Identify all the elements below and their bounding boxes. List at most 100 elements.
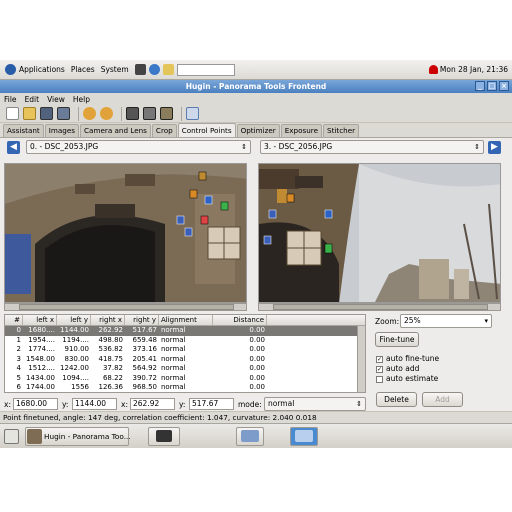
table-cell: 390.72 xyxy=(132,373,158,382)
tab-images[interactable]: Images xyxy=(44,124,80,137)
left-x-field[interactable]: 1680.00 xyxy=(13,398,58,410)
table-cell: 536.82 xyxy=(98,345,124,353)
table-scrollbar[interactable] xyxy=(357,326,365,392)
tab-stitcher[interactable]: Stitcher xyxy=(323,124,360,137)
table-cell: 373.16 xyxy=(132,345,158,353)
table-row[interactable]: 2 1774.... 910.00 536.82 373.16 normal 0.00 xyxy=(5,345,365,355)
help-icon[interactable] xyxy=(186,107,199,120)
undo-icon[interactable] xyxy=(83,107,96,120)
menu-edit[interactable]: Edit xyxy=(25,95,40,104)
table-row[interactable]: 3 1548.00 830.00 418.75 205.41 normal 0.00 xyxy=(5,355,365,365)
table-row[interactable]: 6 1744.00 1556 126.36 968.50 normal 0.00 xyxy=(5,383,365,392)
right-photo[interactable] xyxy=(259,164,501,303)
tab-assistant[interactable]: Assistant xyxy=(3,124,44,137)
left-photo[interactable] xyxy=(5,164,247,303)
optimize-icon[interactable] xyxy=(126,107,139,120)
redo-icon[interactable] xyxy=(100,107,113,120)
tab-exposure[interactable]: Exposure xyxy=(280,124,323,137)
column-header[interactable]: left x xyxy=(23,315,57,325)
auto-add-label: auto add xyxy=(386,364,420,373)
auto-add-checkbox[interactable]: ✓ xyxy=(376,366,383,373)
left-image-view[interactable] xyxy=(4,163,247,303)
preview-icon[interactable] xyxy=(143,107,156,120)
scrollbar-thumb[interactable] xyxy=(19,304,234,310)
column-header[interactable]: # xyxy=(5,315,23,325)
open-icon[interactable] xyxy=(23,107,36,120)
add-button[interactable]: Add xyxy=(422,392,463,407)
table-header: # left x left y right x right y Alignmen… xyxy=(5,315,365,326)
tab-optimizer[interactable]: Optimizer xyxy=(236,124,280,137)
fine-tune-button[interactable]: Fine-tune xyxy=(375,332,419,347)
auto-fine-tune-checkbox[interactable]: ✓ xyxy=(376,356,383,363)
control-points-table[interactable]: # left x left y right x right y Alignmen… xyxy=(4,314,366,393)
left-y-field[interactable]: 1144.00 xyxy=(72,398,117,410)
applications-menu[interactable]: Applications xyxy=(19,65,65,74)
mode-select[interactable]: normal ⇕ xyxy=(264,397,366,411)
table-cell: 1774.... xyxy=(28,345,55,353)
close-icon[interactable]: × xyxy=(499,81,509,91)
menu-view[interactable]: View xyxy=(47,95,65,104)
zoom-select[interactable]: 25% ▾ xyxy=(400,314,492,328)
foot-icon[interactable] xyxy=(5,64,16,75)
table-cell: 0.00 xyxy=(249,364,265,372)
previous-image-arrow-icon[interactable]: ◀ xyxy=(7,141,20,154)
tab-camera-and-lens[interactable]: Camera and Lens xyxy=(80,124,151,137)
right-image-view[interactable] xyxy=(258,163,501,303)
table-cell: 1548.00 xyxy=(26,354,55,363)
save-icon[interactable] xyxy=(40,107,53,120)
update-notifier-icon[interactable] xyxy=(429,65,438,74)
auto-estimate-checkbox[interactable] xyxy=(376,376,383,383)
folder-icon xyxy=(241,430,259,442)
right-image-select[interactable]: 3. - DSC_2056.JPG ⇕ xyxy=(260,140,484,154)
terminal-launcher-icon[interactable] xyxy=(134,64,146,75)
stitch-icon[interactable] xyxy=(160,107,173,120)
status-bar: Point finetuned, angle: 147 deg, correla… xyxy=(0,411,512,422)
column-header[interactable]: right y xyxy=(125,315,159,325)
table-cell: 830.00 xyxy=(64,354,90,363)
table-row[interactable]: 4 1512.... 1242.00 37.82 564.92 normal 0.00 xyxy=(5,364,365,374)
right-image-scrollbar[interactable] xyxy=(258,303,501,311)
column-header[interactable]: left y xyxy=(57,315,91,325)
toolbar-separator xyxy=(181,106,182,121)
table-cell: normal xyxy=(161,335,186,344)
next-image-arrow-icon[interactable]: ▶ xyxy=(488,141,501,154)
table-cell: 3 xyxy=(16,354,21,363)
window-titlebar[interactable]: Hugin - Panorama Tools Frontend _ □ × xyxy=(0,80,512,93)
menu-file[interactable]: File xyxy=(4,95,17,104)
table-cell: 1744.00 xyxy=(26,383,55,391)
right-y-label: y: xyxy=(179,400,186,409)
maximize-icon[interactable]: □ xyxy=(487,81,497,91)
places-menu[interactable]: Places xyxy=(71,65,95,74)
table-row[interactable]: 5 1434.00 1094.... 68.22 390.72 normal 0.00 xyxy=(5,374,365,384)
column-header[interactable]: Distance xyxy=(213,315,267,325)
updown-icon: ⇕ xyxy=(241,143,247,151)
new-icon[interactable] xyxy=(6,107,19,120)
minimize-icon[interactable]: _ xyxy=(475,81,485,91)
table-row[interactable]: 1 1954.... 1194.... 498.80 659.48 normal 0.00 xyxy=(5,336,365,346)
menu-help[interactable]: Help xyxy=(73,95,90,104)
scrollbar-thumb[interactable] xyxy=(273,304,488,310)
table-cell: 1954.... xyxy=(28,335,55,344)
window-title: Hugin - Panorama Tools Frontend xyxy=(185,82,327,91)
tab-crop[interactable]: Crop xyxy=(151,124,177,137)
show-desktop-icon[interactable] xyxy=(4,429,19,444)
right-y-field[interactable]: 517.67 xyxy=(189,398,234,410)
left-image-scrollbar[interactable] xyxy=(4,303,247,311)
system-menu[interactable]: System xyxy=(101,65,129,74)
panel-entry[interactable] xyxy=(176,63,235,76)
toolbar-separator xyxy=(78,106,79,121)
column-header[interactable]: right x xyxy=(91,315,125,325)
panel-clock[interactable]: Mon 28 Jan, 21:36 xyxy=(440,65,508,74)
browser-launcher-icon[interactable] xyxy=(148,64,160,75)
save-as-icon[interactable] xyxy=(57,107,70,120)
mail-launcher-icon[interactable] xyxy=(162,64,174,75)
right-x-field[interactable]: 262.92 xyxy=(130,398,175,410)
column-header[interactable]: Alignment xyxy=(159,315,213,325)
delete-button[interactable]: Delete xyxy=(376,392,417,407)
table-row[interactable]: 0 1680.... 1144.00 262.92 517.67 normal 0.00 xyxy=(5,326,365,336)
left-image-select[interactable]: 0. - DSC_2053.JPG ⇕ xyxy=(26,140,251,154)
table-cell: 1512.... xyxy=(28,364,55,372)
tab-control-points[interactable]: Control Points xyxy=(177,123,236,137)
table-cell: normal xyxy=(161,373,186,382)
table-cell: 205.41 xyxy=(132,354,158,363)
